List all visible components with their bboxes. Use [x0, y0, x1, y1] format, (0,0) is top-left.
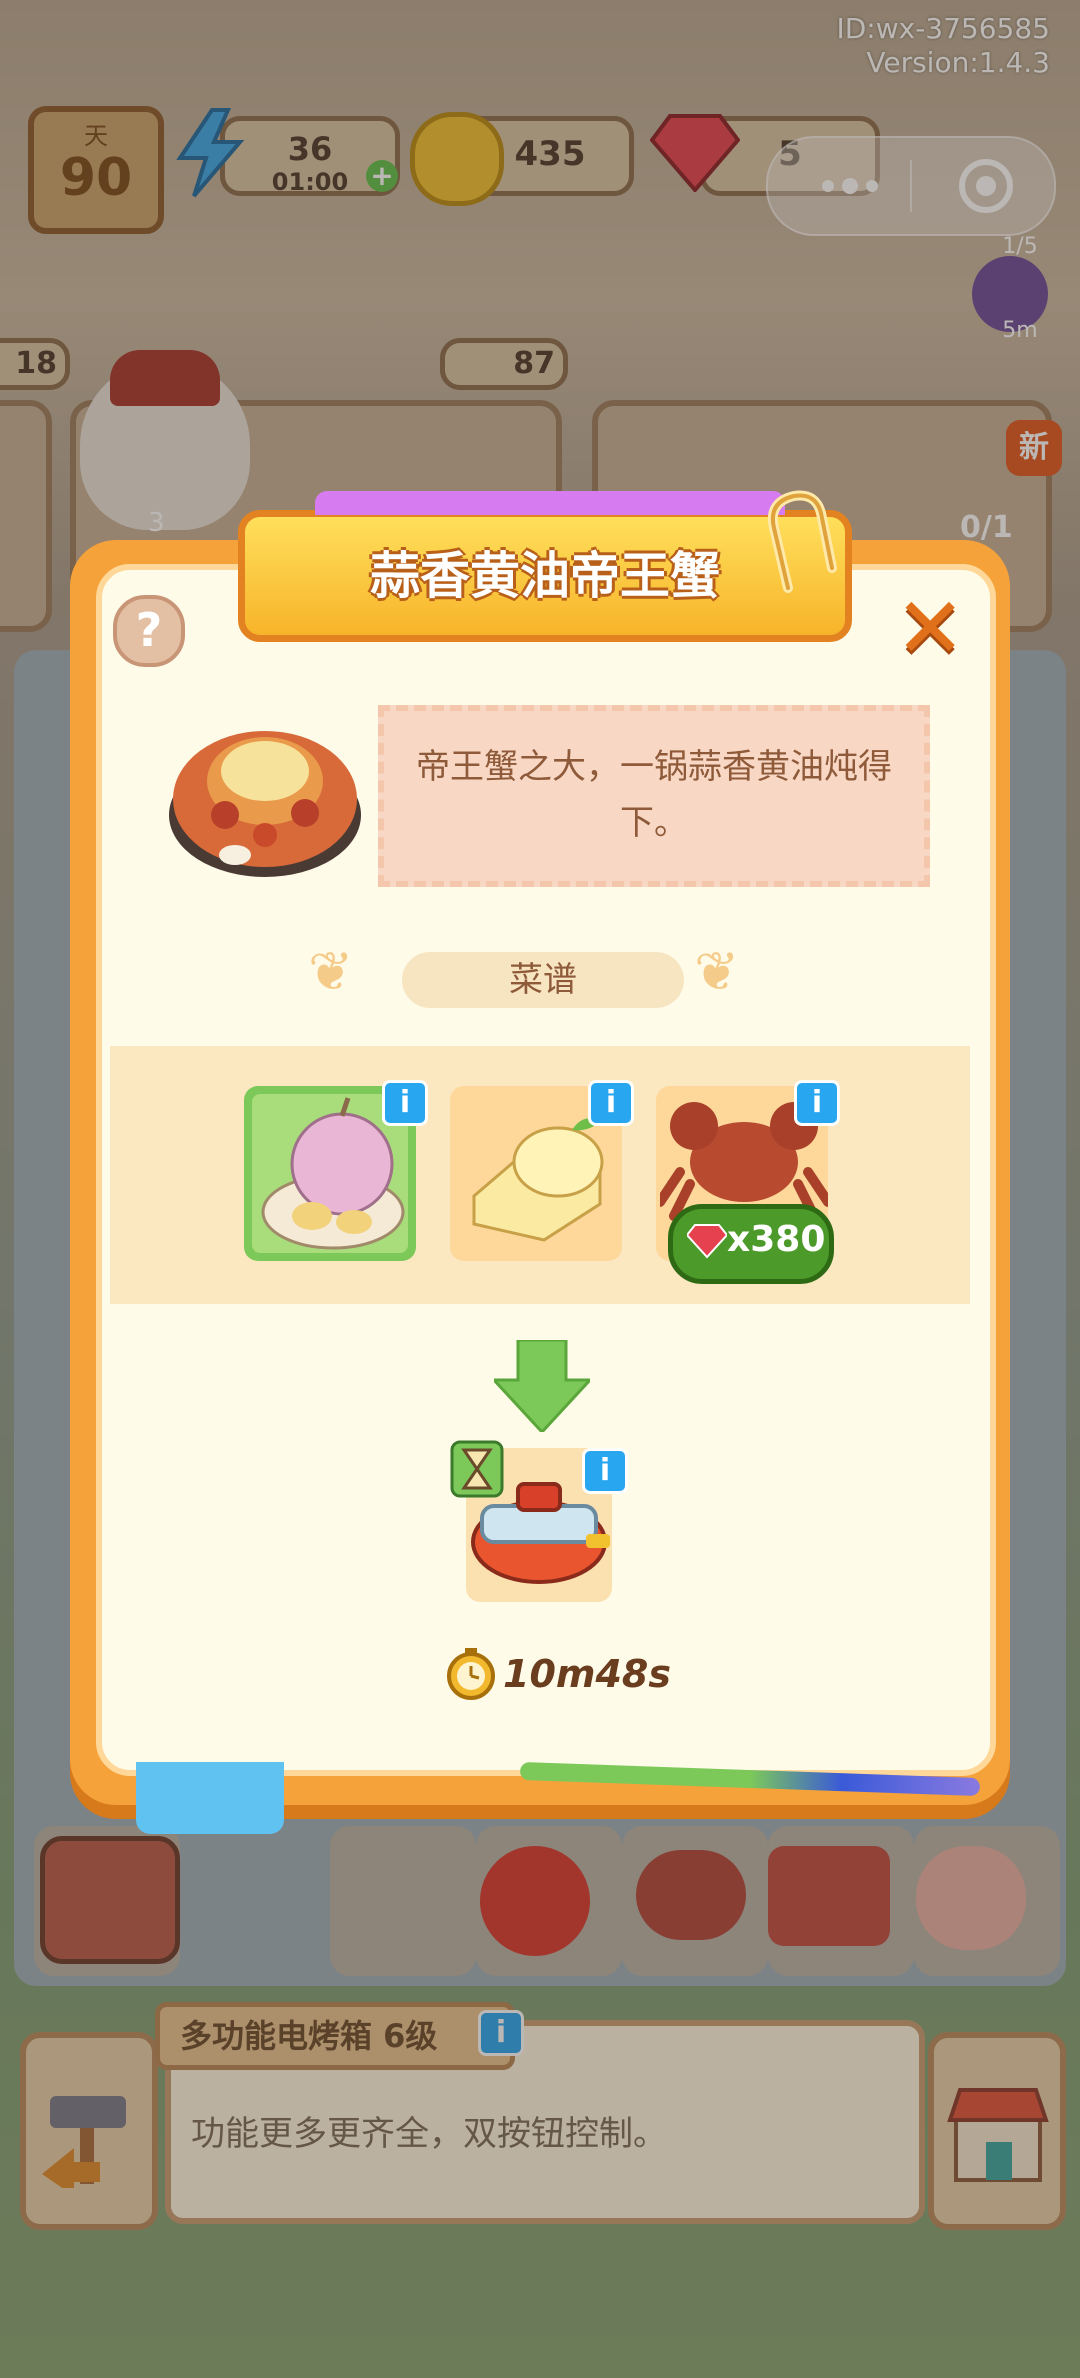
recipe-label-text: 菜谱 — [509, 960, 577, 1000]
close-glyph: ✕ — [895, 579, 966, 677]
recipe-section-label: 菜谱 — [402, 952, 684, 1008]
crab-price-badge[interactable]: x380 — [668, 1204, 834, 1284]
recipe-description-box: 帝王蟹之大，一锅蒜香黄油炖得下。 — [378, 705, 930, 887]
king-crab-info-icon[interactable]: i — [794, 1080, 840, 1126]
blue-ribbon-decoration — [136, 1762, 284, 1834]
garlic-info-glyph: i — [399, 1085, 411, 1120]
king-crab-info-glyph: i — [811, 1085, 823, 1120]
butter-info-icon[interactable]: i — [588, 1080, 634, 1126]
cook-timer: 10m48s — [445, 1646, 671, 1702]
cook-timer-value: 10m48s — [503, 1652, 671, 1696]
right-swirl-ornament: ❦ — [694, 940, 740, 1003]
paperclip-icon — [768, 490, 837, 593]
garlic-info-icon[interactable]: i — [382, 1080, 428, 1126]
stopwatch-icon — [447, 1648, 495, 1700]
help-button[interactable]: ? — [113, 595, 185, 667]
butter-info-glyph: i — [605, 1085, 617, 1120]
hourglass-icon — [450, 1440, 504, 1498]
result-info-glyph: i — [599, 1453, 611, 1488]
gem-icon — [687, 1224, 727, 1259]
result-info-icon[interactable]: i — [582, 1448, 628, 1494]
close-button[interactable]: ✕ — [895, 586, 965, 670]
garlic-butter-king-crab-icon — [169, 731, 361, 877]
left-swirl-ornament: ❦ — [308, 940, 354, 1003]
recipe-title: 蒜香黄油帝王蟹 — [370, 547, 720, 605]
recipe-description: 帝王蟹之大，一锅蒜香黄油炖得下。 — [416, 747, 892, 843]
crab-price: x380 — [727, 1219, 826, 1260]
down-arrow-icon — [494, 1340, 590, 1432]
help-glyph: ? — [135, 603, 163, 657]
